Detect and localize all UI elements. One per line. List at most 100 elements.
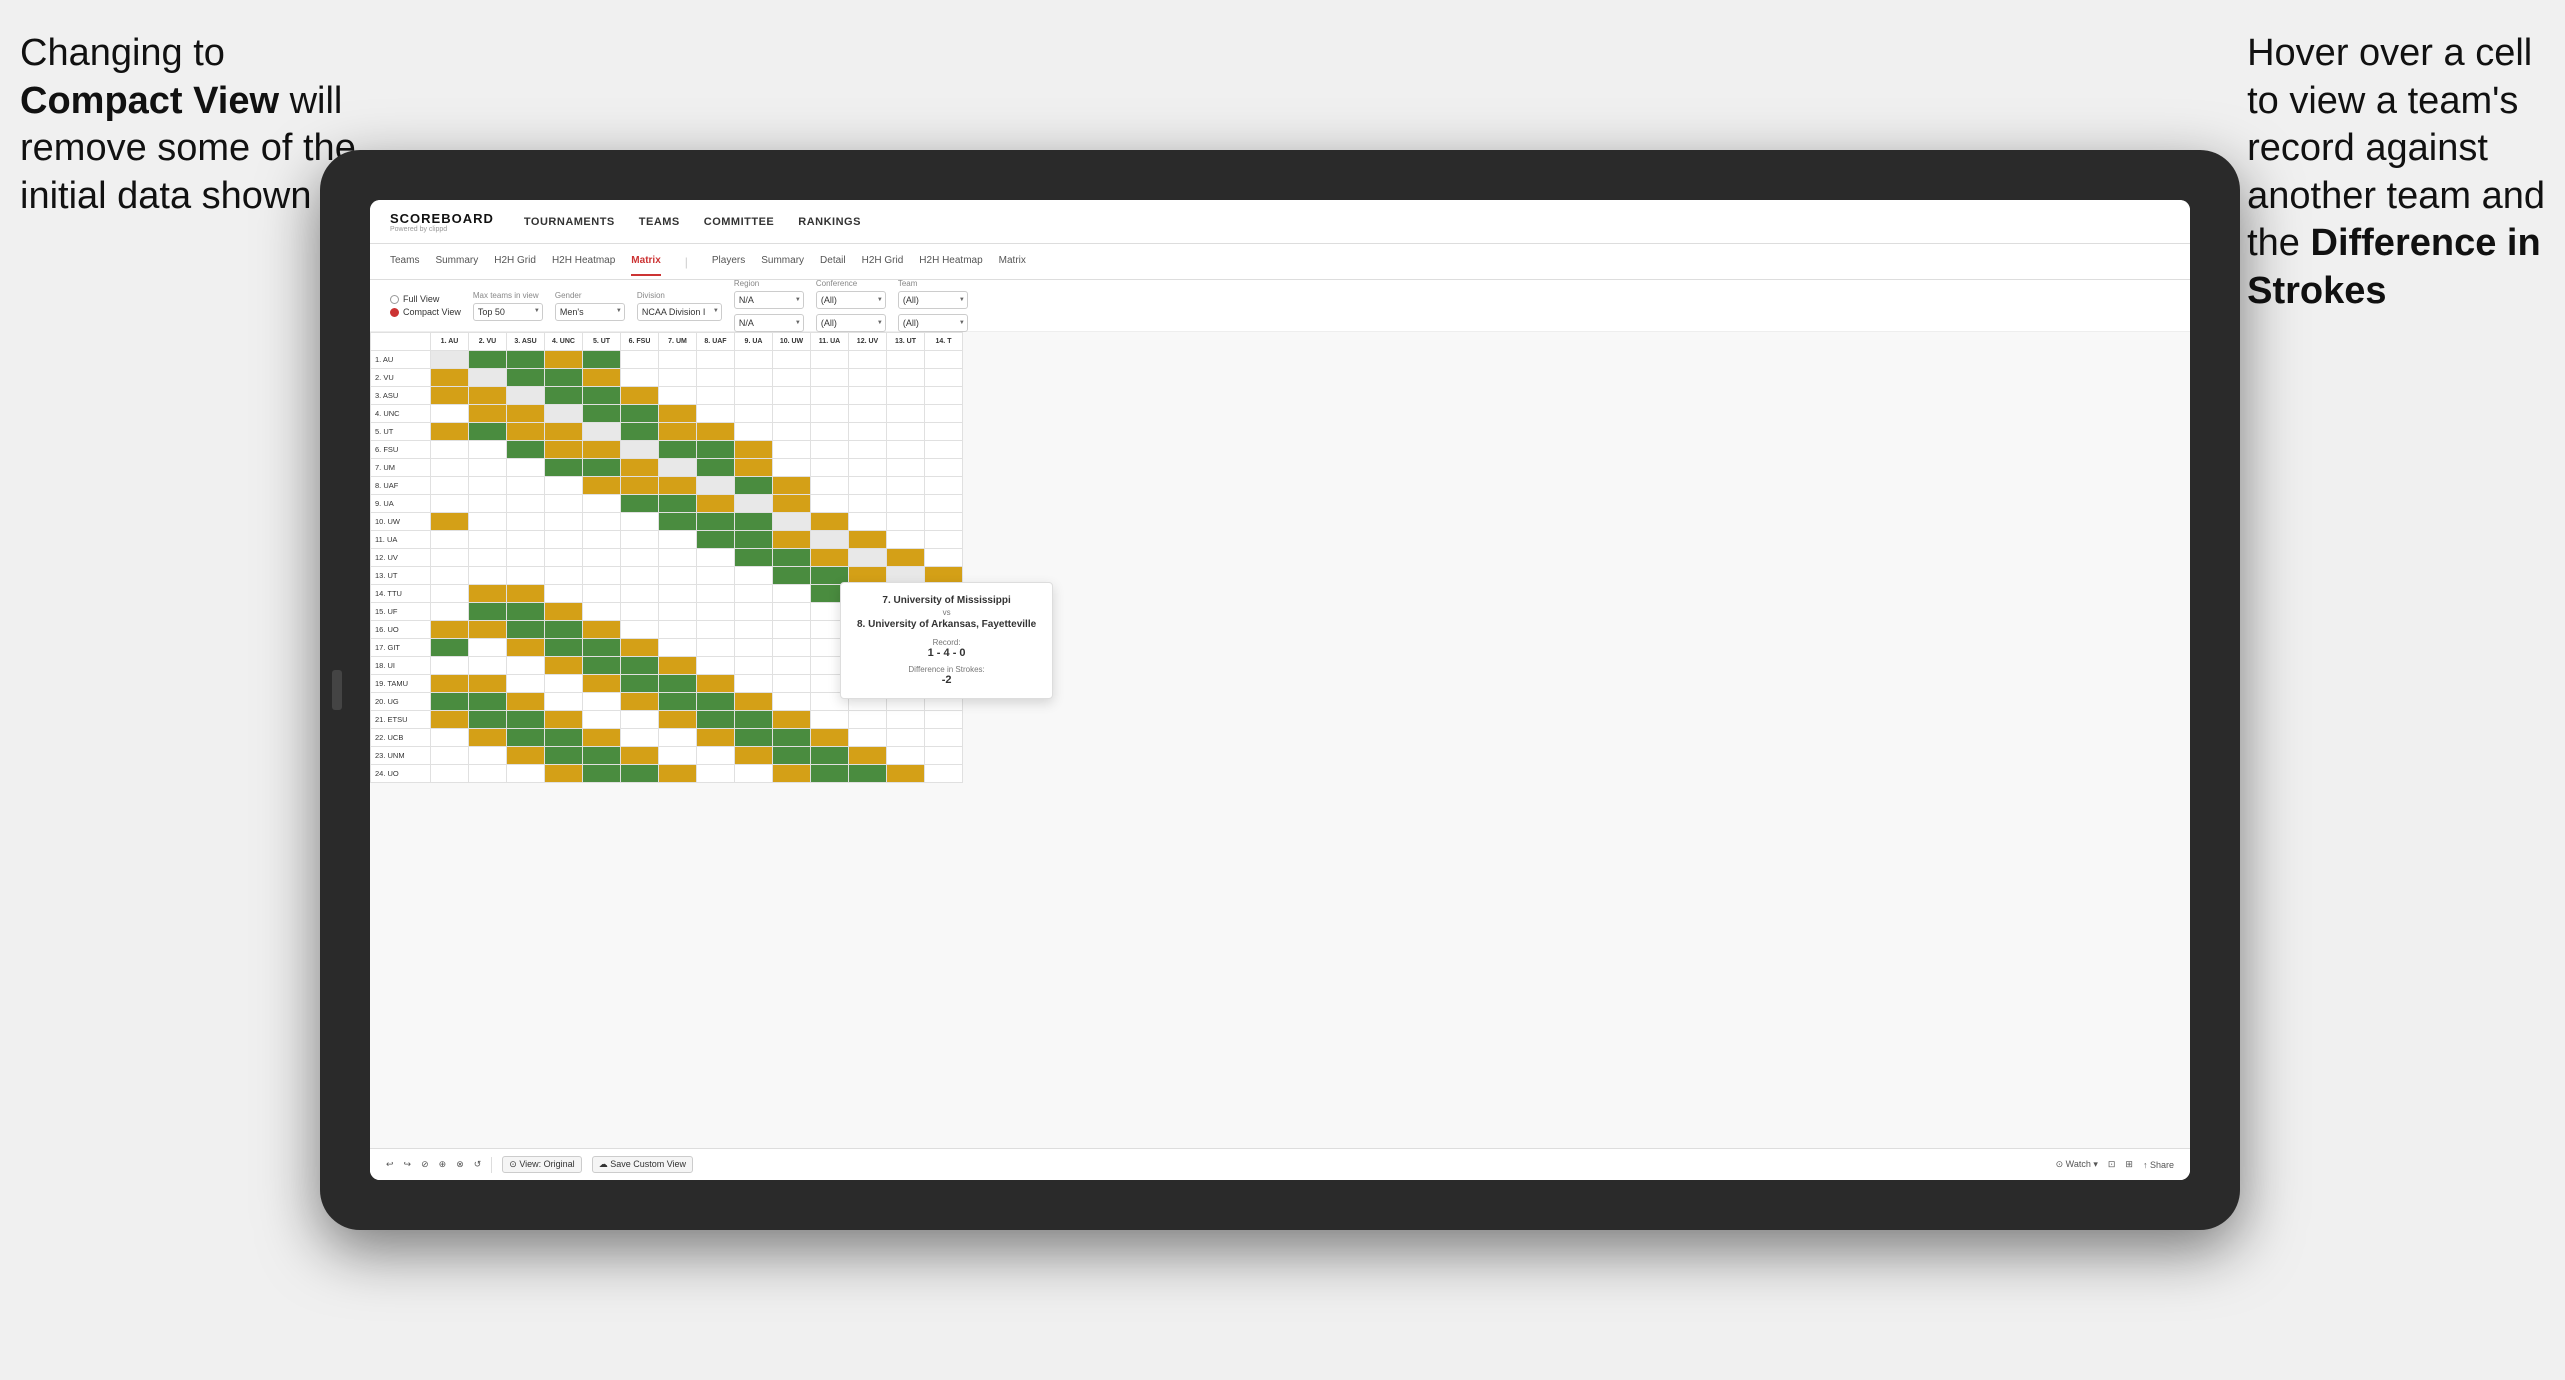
matrix-cell[interactable] bbox=[773, 351, 811, 369]
filter-region-wrap[interactable]: N/A bbox=[734, 290, 804, 309]
matrix-cell[interactable] bbox=[697, 387, 735, 405]
matrix-cell[interactable] bbox=[583, 549, 621, 567]
filter-team-wrap[interactable]: (All) bbox=[898, 290, 968, 309]
matrix-cell[interactable] bbox=[849, 369, 887, 387]
matrix-cell[interactable] bbox=[773, 459, 811, 477]
toolbar-undo[interactable]: ↩ bbox=[386, 1159, 394, 1170]
matrix-cell[interactable] bbox=[545, 513, 583, 531]
matrix-cell[interactable] bbox=[659, 657, 697, 675]
matrix-cell[interactable] bbox=[507, 441, 545, 459]
filter-division-wrap[interactable]: NCAA Division I bbox=[637, 302, 722, 321]
matrix-cell[interactable] bbox=[469, 423, 507, 441]
matrix-cell[interactable] bbox=[773, 387, 811, 405]
sub-nav-h2h-heatmap1[interactable]: H2H Heatmap bbox=[552, 247, 615, 276]
matrix-cell[interactable] bbox=[735, 531, 773, 549]
nav-rankings[interactable]: RANKINGS bbox=[798, 212, 861, 232]
matrix-cell[interactable] bbox=[887, 747, 925, 765]
matrix-cell[interactable] bbox=[659, 531, 697, 549]
matrix-cell[interactable] bbox=[545, 747, 583, 765]
matrix-cell[interactable] bbox=[925, 711, 963, 729]
matrix-cell[interactable] bbox=[469, 693, 507, 711]
matrix-cell[interactable] bbox=[697, 477, 735, 495]
matrix-cell[interactable] bbox=[545, 765, 583, 783]
matrix-cell[interactable] bbox=[773, 567, 811, 585]
matrix-cell[interactable] bbox=[773, 441, 811, 459]
matrix-cell[interactable] bbox=[925, 459, 963, 477]
matrix-wrap[interactable]: 1. AU 2. VU 3. ASU 4. UNC 5. UT 6. FSU 7… bbox=[370, 332, 2190, 1148]
nav-teams[interactable]: TEAMS bbox=[639, 212, 680, 232]
matrix-cell[interactable] bbox=[849, 387, 887, 405]
matrix-cell[interactable] bbox=[849, 495, 887, 513]
matrix-cell[interactable] bbox=[735, 351, 773, 369]
matrix-cell[interactable] bbox=[887, 477, 925, 495]
matrix-cell[interactable] bbox=[811, 495, 849, 513]
matrix-cell[interactable] bbox=[583, 351, 621, 369]
matrix-cell[interactable] bbox=[659, 423, 697, 441]
matrix-cell[interactable] bbox=[925, 351, 963, 369]
matrix-cell[interactable] bbox=[545, 693, 583, 711]
matrix-cell[interactable] bbox=[735, 711, 773, 729]
matrix-cell[interactable] bbox=[811, 369, 849, 387]
matrix-cell[interactable] bbox=[583, 477, 621, 495]
matrix-cell[interactable] bbox=[507, 459, 545, 477]
matrix-cell[interactable] bbox=[431, 567, 469, 585]
matrix-cell[interactable] bbox=[507, 603, 545, 621]
matrix-cell[interactable] bbox=[621, 621, 659, 639]
matrix-cell[interactable] bbox=[697, 567, 735, 585]
matrix-cell[interactable] bbox=[469, 621, 507, 639]
matrix-cell[interactable] bbox=[507, 657, 545, 675]
matrix-cell[interactable] bbox=[621, 675, 659, 693]
matrix-cell[interactable] bbox=[431, 765, 469, 783]
sub-nav-summary2[interactable]: Summary bbox=[761, 247, 804, 276]
matrix-cell[interactable] bbox=[583, 729, 621, 747]
matrix-cell[interactable] bbox=[545, 675, 583, 693]
matrix-cell[interactable] bbox=[583, 657, 621, 675]
matrix-cell[interactable] bbox=[887, 729, 925, 747]
matrix-cell[interactable] bbox=[431, 657, 469, 675]
matrix-cell[interactable] bbox=[621, 693, 659, 711]
matrix-cell[interactable] bbox=[697, 405, 735, 423]
matrix-cell[interactable] bbox=[545, 369, 583, 387]
matrix-cell[interactable] bbox=[583, 531, 621, 549]
matrix-cell[interactable] bbox=[773, 693, 811, 711]
matrix-cell[interactable] bbox=[545, 585, 583, 603]
matrix-cell[interactable] bbox=[507, 531, 545, 549]
toolbar-icon1[interactable]: ⊘ bbox=[421, 1159, 429, 1170]
matrix-cell[interactable] bbox=[431, 405, 469, 423]
matrix-cell[interactable] bbox=[507, 693, 545, 711]
matrix-cell[interactable] bbox=[887, 765, 925, 783]
matrix-cell[interactable] bbox=[697, 549, 735, 567]
matrix-cell[interactable] bbox=[811, 549, 849, 567]
matrix-cell[interactable] bbox=[583, 693, 621, 711]
matrix-cell[interactable] bbox=[659, 585, 697, 603]
toolbar-icon6[interactable]: ⊞ bbox=[2125, 1159, 2133, 1170]
matrix-cell[interactable] bbox=[811, 459, 849, 477]
matrix-cell[interactable] bbox=[811, 765, 849, 783]
matrix-cell[interactable] bbox=[507, 675, 545, 693]
matrix-cell[interactable] bbox=[735, 567, 773, 585]
matrix-cell[interactable] bbox=[773, 513, 811, 531]
matrix-cell[interactable] bbox=[545, 459, 583, 477]
sub-nav-matrix2[interactable]: Matrix bbox=[999, 247, 1026, 276]
matrix-cell[interactable] bbox=[735, 621, 773, 639]
toolbar-view-original[interactable]: ⊙ View: Original bbox=[502, 1156, 581, 1173]
matrix-cell[interactable] bbox=[469, 747, 507, 765]
matrix-cell[interactable] bbox=[925, 423, 963, 441]
filter-team-wrap2[interactable]: (All) bbox=[898, 313, 968, 332]
matrix-cell[interactable] bbox=[545, 567, 583, 585]
matrix-cell[interactable] bbox=[849, 711, 887, 729]
matrix-cell[interactable] bbox=[507, 495, 545, 513]
matrix-cell[interactable] bbox=[545, 495, 583, 513]
matrix-cell[interactable] bbox=[659, 765, 697, 783]
matrix-cell[interactable] bbox=[621, 459, 659, 477]
matrix-cell[interactable] bbox=[469, 459, 507, 477]
matrix-cell[interactable] bbox=[773, 639, 811, 657]
toolbar-save-custom[interactable]: ☁ Save Custom View bbox=[592, 1156, 693, 1173]
matrix-cell[interactable] bbox=[469, 567, 507, 585]
sub-nav-h2h-heatmap2[interactable]: H2H Heatmap bbox=[919, 247, 982, 276]
matrix-cell[interactable] bbox=[621, 477, 659, 495]
toolbar-icon2[interactable]: ⊕ bbox=[439, 1159, 447, 1170]
matrix-cell[interactable] bbox=[773, 747, 811, 765]
matrix-cell[interactable] bbox=[811, 711, 849, 729]
matrix-cell[interactable] bbox=[545, 441, 583, 459]
